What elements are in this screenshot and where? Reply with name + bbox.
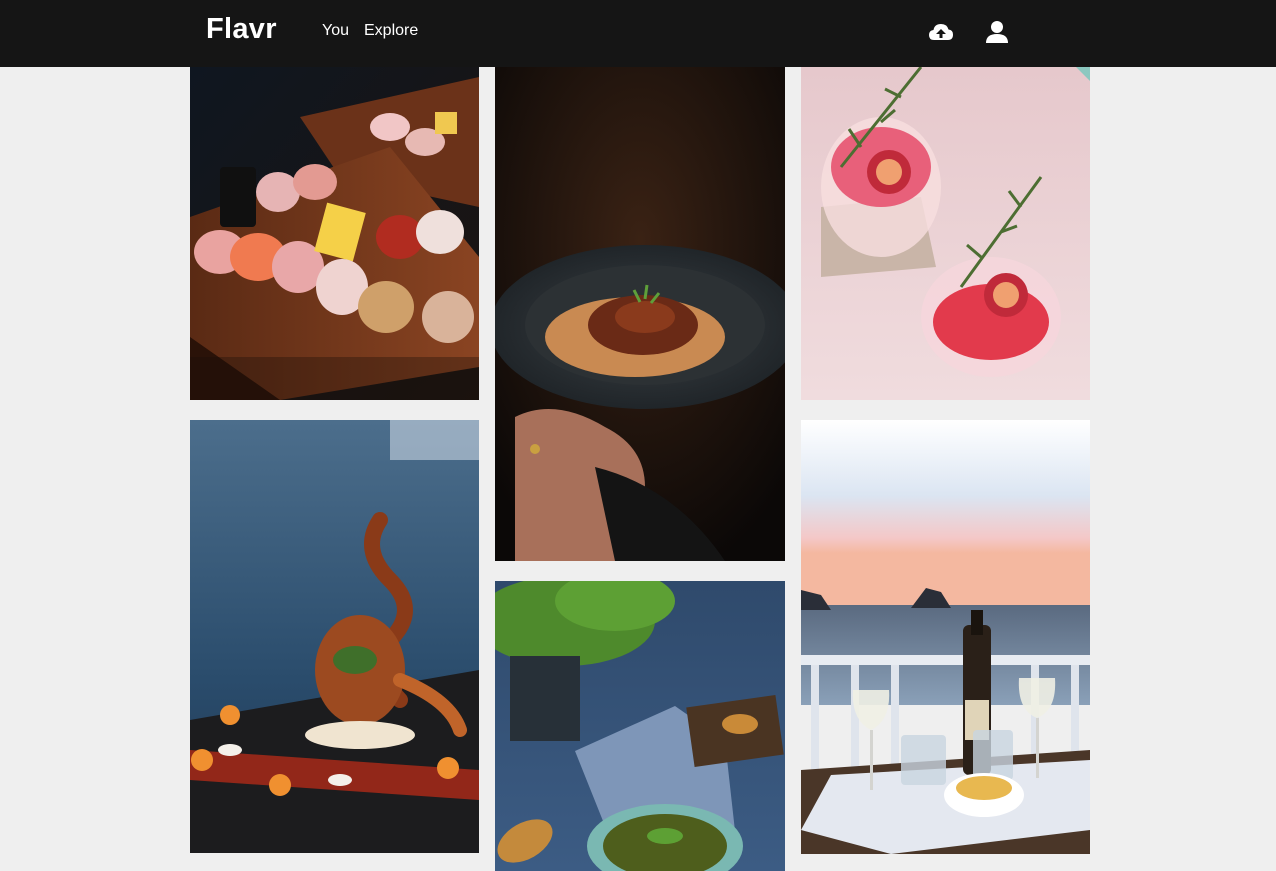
nav-link-explore[interactable]: Explore [364, 22, 418, 40]
nav-link-you[interactable]: You [322, 22, 349, 40]
sushi-photo-image [190, 67, 479, 400]
octopus-photo-image [190, 420, 479, 853]
profile-button[interactable] [983, 19, 1011, 47]
gallery-photo-wine-seaside[interactable] [801, 420, 1090, 854]
gallery-photo-octopus[interactable] [190, 420, 479, 853]
photo-gallery [0, 0, 1276, 871]
gallery-photo-soup[interactable] [495, 581, 785, 871]
top-navbar: Flavr You Explore [0, 0, 1276, 67]
gallery-photo-fig-cocktails[interactable] [801, 67, 1090, 400]
cloud-upload-icon [929, 24, 953, 40]
cocktails-photo-image [801, 67, 1090, 400]
user-icon [986, 21, 1008, 43]
app-logo[interactable]: Flavr [206, 13, 277, 46]
gallery-photo-spaghetti[interactable] [495, 67, 785, 561]
upload-button[interactable] [927, 19, 955, 47]
gallery-photo-sushi[interactable] [190, 67, 479, 400]
soup-photo-image [495, 581, 785, 871]
wine-seaside-photo-image [801, 420, 1090, 854]
spaghetti-photo-image [495, 67, 785, 561]
